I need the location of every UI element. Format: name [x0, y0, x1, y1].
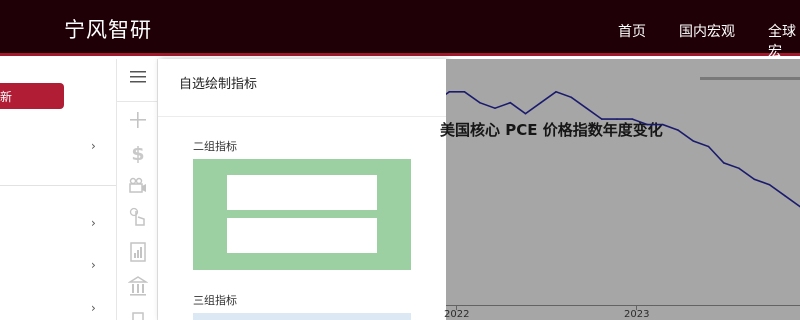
- strip-divider: [117, 101, 159, 102]
- group3-label: 三组指标: [193, 294, 237, 307]
- x-tick-label: 2022: [444, 309, 470, 320]
- data-point: [784, 194, 786, 197]
- chart-area: 美国核心 PCE 价格指数年度变化 2022 2023: [440, 59, 800, 320]
- data-point: [707, 145, 710, 148]
- data-point: [692, 140, 695, 142]
- brand-logo[interactable]: 宁风智研: [64, 14, 152, 44]
- tool-icon-strip: $: [116, 59, 159, 320]
- data-point: [646, 123, 649, 126]
- data-point: [662, 123, 664, 126]
- group2-template-card[interactable]: [193, 159, 411, 270]
- chevron-right-icon[interactable]: ›: [91, 139, 96, 153]
- camera-icon[interactable]: [117, 177, 159, 200]
- data-point: [494, 107, 496, 109]
- sidebar-divider: [0, 185, 116, 186]
- x-axis: [446, 305, 800, 306]
- data-point: [555, 91, 557, 93]
- chevron-right-icon[interactable]: ›: [91, 216, 96, 230]
- group2-slot-1[interactable]: [227, 175, 377, 210]
- refresh-button[interactable]: 新: [0, 83, 64, 109]
- series-line: [446, 90, 800, 208]
- data-point: [768, 183, 771, 186]
- printer-icon[interactable]: [117, 309, 159, 320]
- chart-plot: [446, 90, 800, 208]
- plus-icon[interactable]: [117, 111, 159, 134]
- dollar-icon[interactable]: $: [117, 143, 159, 165]
- data-point: [738, 167, 740, 170]
- data-point: [540, 101, 542, 104]
- group2-slot-2[interactable]: [227, 218, 377, 253]
- menu-icon[interactable]: [117, 69, 159, 90]
- data-point: [723, 162, 725, 164]
- panel-divider: [158, 116, 446, 117]
- hand-pointer-icon[interactable]: [117, 207, 159, 234]
- data-point: [631, 118, 634, 120]
- x-tick-label: 2023: [624, 309, 650, 320]
- group2-label: 二组指标: [193, 140, 237, 153]
- nav-global-macro[interactable]: 全球宏: [768, 21, 800, 61]
- data-point: [524, 112, 527, 115]
- chevron-right-icon[interactable]: ›: [91, 301, 96, 315]
- chevron-right-icon[interactable]: ›: [91, 258, 96, 272]
- panel-title: 自选绘制指标: [179, 77, 258, 92]
- data-point: [509, 101, 512, 104]
- document-chart-icon[interactable]: [117, 241, 159, 268]
- data-point: [585, 107, 588, 109]
- top-navbar: 宁风智研 首页 国内宏观 全球宏: [0, 0, 800, 60]
- data-point: [463, 91, 466, 93]
- refresh-button-label: 新: [0, 90, 13, 104]
- data-point: [570, 96, 573, 99]
- nav-home[interactable]: 首页: [618, 21, 646, 41]
- group3-template-card[interactable]: [193, 313, 411, 320]
- data-point: [448, 91, 451, 93]
- data-point: [479, 101, 481, 104]
- nav-domestic-macro[interactable]: 国内宏观: [679, 21, 735, 41]
- left-sidebar: 新 › › › ›: [0, 59, 116, 320]
- data-point: [677, 129, 679, 131]
- data-point: [616, 118, 618, 120]
- data-point: [601, 118, 603, 120]
- data-point: [753, 178, 756, 181]
- indicator-panel: 自选绘制指标 二组指标 三组指标: [158, 59, 446, 320]
- bank-chart-icon[interactable]: [117, 275, 159, 302]
